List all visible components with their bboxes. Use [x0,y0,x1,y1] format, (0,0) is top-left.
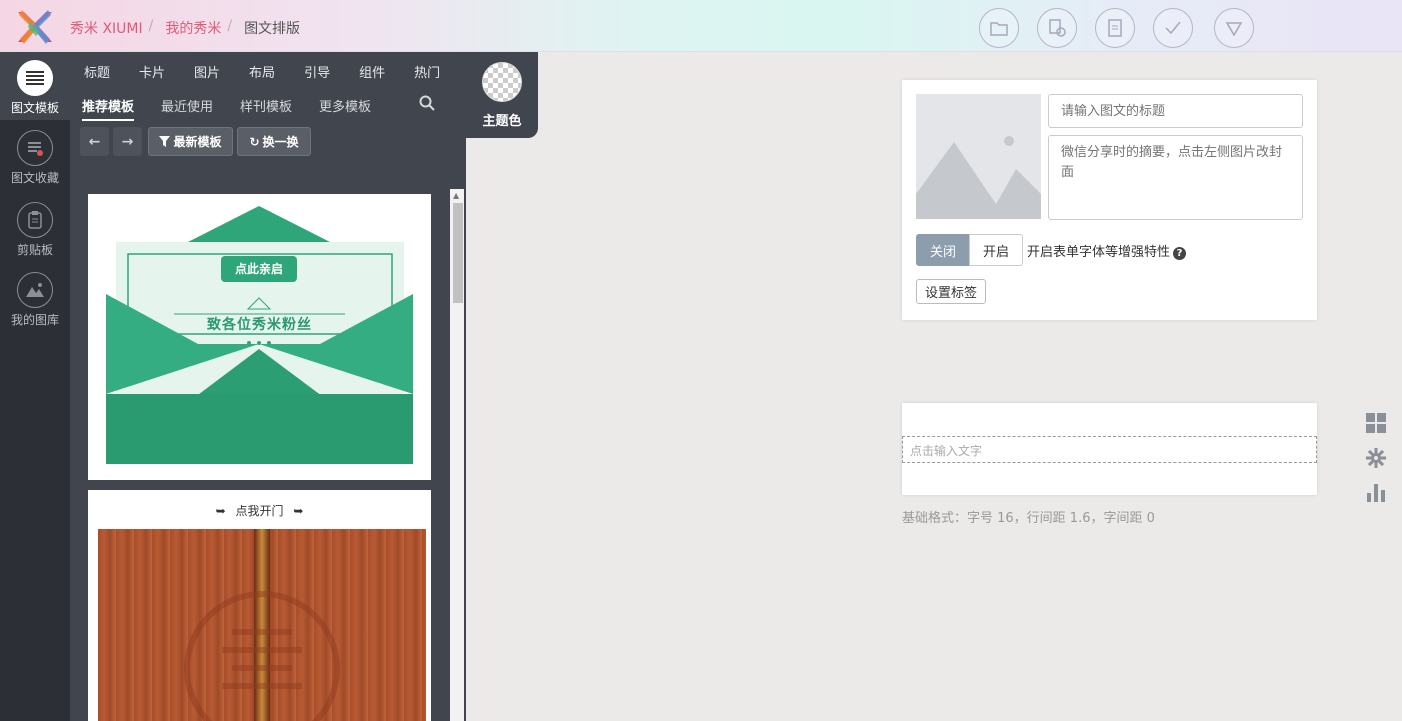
rail-item-label: 图文收藏 [10,171,59,185]
arrow-left-icon: ← [88,133,101,150]
favorite-doc-icon [17,130,53,166]
image-placeholder-icon [916,94,1041,219]
breadcrumb-separator: / [227,18,233,34]
panel-scrollbar[interactable]: ▲ [450,189,464,721]
refresh-icon: ↻ [249,134,260,149]
save-copy-icon [1049,19,1066,37]
filter-label: 最新模板 [173,135,222,149]
breadcrumb-xiumi[interactable]: 秀米 XIUMI [70,18,143,38]
enhance-off-toggle[interactable]: 关闭 [916,234,970,266]
set-tag-button[interactable]: 设置标签 [916,279,986,304]
theme-color-swatch[interactable] [482,62,522,102]
prev-button[interactable]: ← [80,127,109,156]
breadcrumb: 秀米 XIUMI / 我的秀米 / 图文排版 [70,18,300,38]
envelope-text: 致各位秀米粉丝 [207,317,312,333]
tab-guide[interactable]: 引导 [304,62,330,81]
save-copy-button[interactable] [1037,8,1077,48]
clipboard-icon [17,202,53,238]
rail-item-favorites[interactable]: 图文收藏 [0,130,70,186]
print-button[interactable] [1095,8,1135,48]
arrow-right-icon: → [121,133,134,150]
tab-more[interactable]: 更多模板 [319,96,371,115]
editor-area: 点击输入文字 [902,403,1317,495]
left-rail: 图文模板 图文收藏 剪贴板 我的图库 [0,52,70,721]
top-bar: 秀米 XIUMI / 我的秀米 / 图文排版 [0,0,1402,52]
rail-item-templates[interactable]: 图文模板 [0,52,70,120]
tab-card[interactable]: 卡片 [139,62,165,81]
filter-icon [159,136,171,147]
gear-icon[interactable] [1365,447,1387,469]
tab-sample[interactable]: 样刊模板 [240,96,292,115]
rail-item-label: 图文模板 [10,101,59,115]
rail-item-label: 剪贴板 [16,243,53,257]
grid-icon[interactable] [1365,412,1387,434]
circle-arrow-icon: ➥ [215,504,226,518]
theme-color-label: 主题色 [482,114,522,129]
filter-newest-button[interactable]: 最新模板 [148,127,233,156]
rail-item-gallery[interactable]: 我的图库 [0,272,70,328]
cover-card: 关闭 开启 开启表单字体等增强特性? 设置标签 [902,80,1317,320]
breadcrumb-separator: / [148,18,154,34]
gallery-icon [17,272,53,308]
envelope-illustration [88,194,431,480]
rail-item-clipboard[interactable]: 剪贴板 [0,202,70,258]
breadcrumb-my-xiumi[interactable]: 我的秀米 [165,18,221,38]
text-input-block[interactable]: 点击输入文字 [902,436,1317,463]
dropdown-icon [1225,22,1243,37]
tab-title[interactable]: 标题 [84,62,110,81]
open-file-button[interactable] [979,8,1019,48]
theme-color-tab[interactable]: 主题色 [466,52,538,138]
envelope-open-button: 点此亲启 [234,262,283,276]
cover-image-placeholder[interactable] [916,94,1041,219]
help-icon[interactable]: ? [1173,247,1187,260]
tab-image[interactable]: 图片 [194,62,220,81]
rail-item-label: 我的图库 [10,313,59,327]
xiumi-logo-icon[interactable] [14,8,56,46]
template-card-envelope[interactable]: 点此亲启 致各位秀米粉丝 [88,194,431,480]
print-icon [1108,19,1122,37]
breadcrumb-current: 图文排版 [244,21,301,37]
bar-chart-icon[interactable] [1365,481,1387,503]
tab-layout[interactable]: 布局 [249,62,275,81]
scrollbar-thumb[interactable] [453,203,463,303]
scroll-up-icon[interactable]: ▲ [453,191,459,200]
shuffle-label: 换一换 [262,135,299,149]
template-panel: 标题 卡片 图片 布局 引导 组件 热门 推荐模板 最近使用 样刊模板 更多模板… [70,52,466,721]
base-format-info: 基础格式：字号 16，行间距 1.6，字间距 0 [902,511,1155,526]
circle-arrow-icon: ➥ [293,504,304,518]
enhance-text: 开启表单字体等增强特性 [1027,245,1171,260]
article-summary-input[interactable] [1048,135,1303,220]
door-ornament [184,591,340,721]
next-button[interactable]: → [113,127,142,156]
confirm-button[interactable] [1153,8,1193,48]
tab-recent[interactable]: 最近使用 [161,96,213,115]
door-caption-text: 点我开门 [235,504,284,518]
tab-popular[interactable]: 热门 [414,62,440,81]
enhance-description: 开启表单字体等增强特性? [1027,241,1187,260]
shuffle-button[interactable]: ↻ 换一换 [237,127,311,156]
article-title-input[interactable] [1048,94,1303,128]
folder-icon [990,22,1008,36]
menu-list-icon [17,60,53,96]
door-illustration [98,529,426,721]
tab-recommended[interactable]: 推荐模板 [82,96,135,121]
template-card-door[interactable]: ➥ 点我开门 ➥ [88,490,431,721]
more-dropdown-button[interactable] [1214,8,1254,48]
door-caption: ➥ 点我开门 ➥ [88,502,431,519]
category-tabs: 标题 卡片 图片 布局 引导 组件 热门 [84,62,440,81]
sub-tabs: 推荐模板 最近使用 样刊模板 更多模板 [70,94,466,122]
search-icon[interactable] [419,95,435,111]
tab-component[interactable]: 组件 [359,62,385,81]
enhance-on-toggle[interactable]: 开启 [969,234,1023,266]
check-icon [1165,21,1181,35]
